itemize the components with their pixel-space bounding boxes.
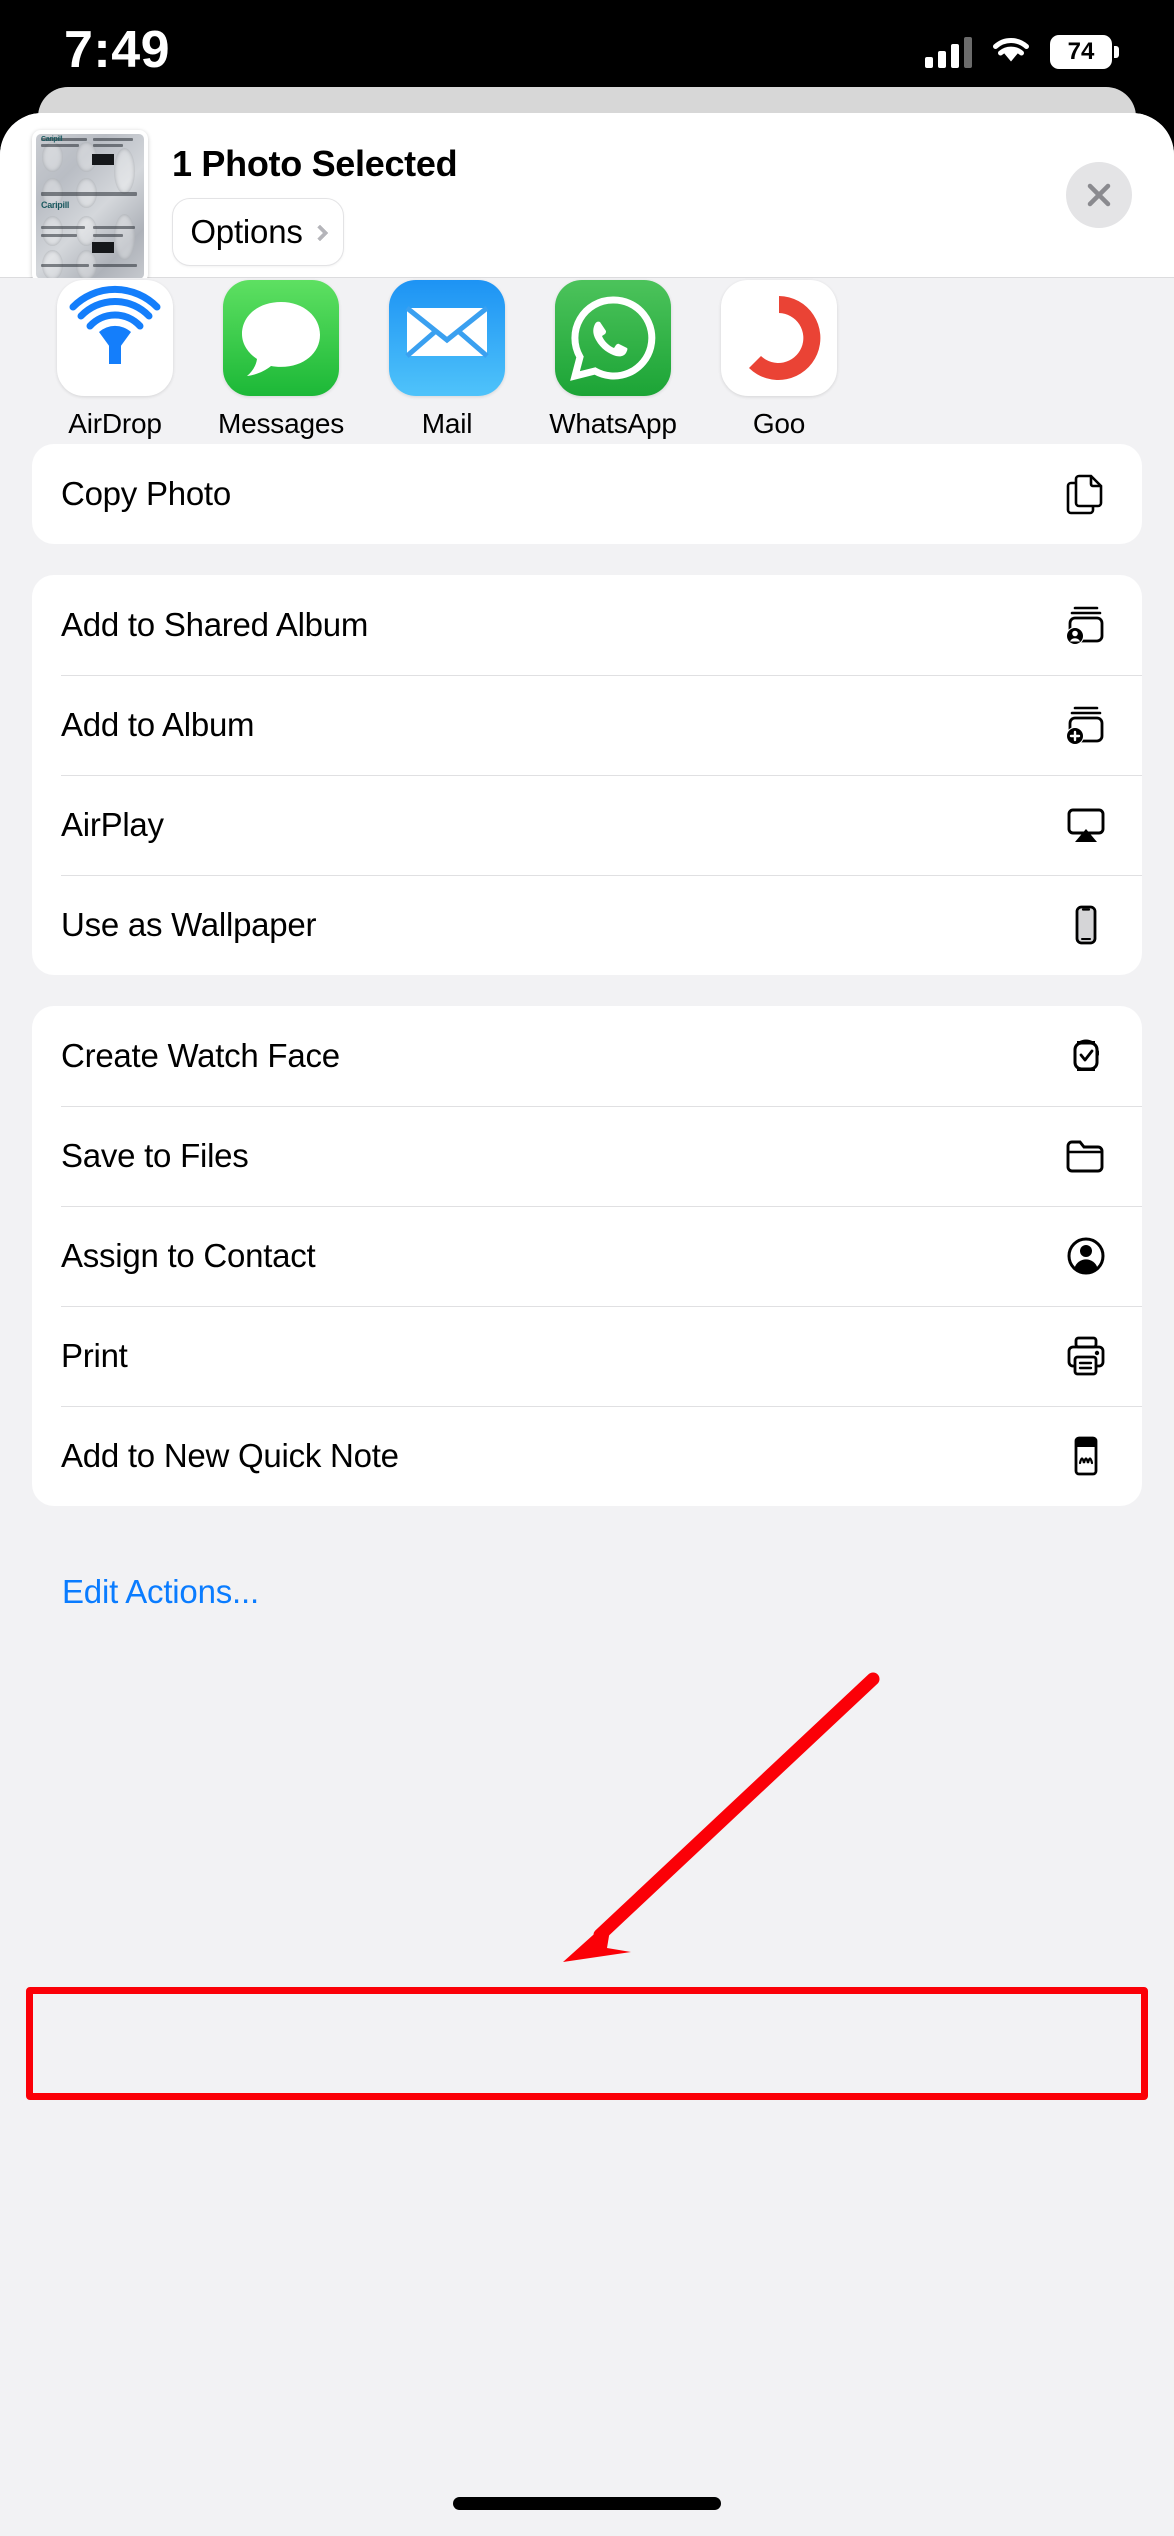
action-group: Copy Photo	[32, 444, 1142, 544]
chevron-right-icon	[311, 224, 329, 241]
messages-icon	[223, 280, 339, 396]
mail-icon	[389, 280, 505, 396]
selection-title: 1 Photo Selected	[172, 143, 458, 184]
airplay-icon	[1060, 799, 1112, 851]
action-label: Copy Photo	[61, 475, 231, 512]
edit-actions-button[interactable]: Edit Actions...	[32, 1537, 1142, 1611]
app-label: WhatsApp	[549, 408, 677, 439]
add-album-icon	[1060, 699, 1112, 751]
quick-note-icon	[1060, 1430, 1112, 1482]
home-indicator	[453, 2497, 721, 2510]
watch-face-icon	[1060, 1030, 1112, 1082]
cellular-signal-icon	[925, 36, 972, 68]
app-label: Mail	[421, 408, 473, 439]
action-label: Add to Shared Album	[61, 606, 369, 643]
action-row-use-as-wallpaper[interactable]: Use as Wallpaper	[32, 875, 1142, 975]
app-label: AirDrop	[68, 408, 162, 439]
battery-indicator: 74	[1050, 35, 1119, 69]
whatsapp-icon	[555, 280, 671, 396]
action-row-add-to-shared-album[interactable]: Add to Shared Album	[32, 575, 1142, 675]
status-indicators: 74	[925, 34, 1119, 71]
share-sheet: Caripill Caripill 1 Photo Selected Optio…	[0, 113, 1174, 2536]
status-bar: 7:49 74	[0, 0, 1174, 104]
photo-thumbnail[interactable]: Caripill Caripill	[32, 130, 148, 283]
action-row-copy-photo[interactable]: Copy Photo	[32, 444, 1142, 544]
battery-level: 74	[1067, 38, 1095, 65]
action-label: Add to Album	[61, 706, 255, 743]
close-button[interactable]	[1066, 162, 1132, 228]
share-target-airdrop[interactable]: AirDrop	[32, 278, 198, 440]
action-groups: Copy Photo Add to Shared Album Add to Al…	[0, 444, 1174, 1611]
action-label: Add to New Quick Note	[61, 1437, 399, 1474]
status-time: 7:49	[64, 21, 171, 79]
folder-icon	[1060, 1130, 1112, 1182]
share-target-messages[interactable]: Messages	[198, 278, 364, 440]
copy-icon	[1060, 468, 1112, 520]
share-target-google[interactable]: Goo	[696, 278, 862, 440]
action-label: Print	[61, 1337, 128, 1374]
close-x-icon	[1087, 183, 1111, 207]
airdrop-icon	[57, 280, 173, 396]
shared-album-icon	[1060, 599, 1112, 651]
app-label: Goo	[752, 408, 806, 439]
action-row-create-watch-face[interactable]: Create Watch Face	[32, 1006, 1142, 1106]
app-share-row[interactable]: AirDrop Messages Mail WhatsApp Goo	[0, 278, 1174, 444]
wifi-icon	[990, 34, 1032, 71]
printer-icon	[1060, 1330, 1112, 1382]
action-row-print[interactable]: Print	[32, 1306, 1142, 1406]
action-group: Create Watch Face Save to Files Assign t…	[32, 1006, 1142, 1506]
action-label: Save to Files	[61, 1137, 249, 1174]
contact-person-icon	[1060, 1230, 1112, 1282]
action-row-add-to-new-quick-note[interactable]: Add to New Quick Note	[32, 1406, 1142, 1506]
thumbnail-image: Caripill Caripill	[36, 134, 144, 279]
google-icon	[721, 280, 837, 396]
options-button[interactable]: Options	[172, 198, 344, 266]
action-label: Use as Wallpaper	[61, 906, 317, 943]
action-label: Assign to Contact	[61, 1237, 316, 1274]
share-target-whatsapp[interactable]: WhatsApp	[530, 278, 696, 440]
action-row-save-to-files[interactable]: Save to Files	[32, 1106, 1142, 1206]
app-label: Messages	[217, 408, 344, 439]
iphone-screen: 7:49 74 Caripill Caripill 1 Photo Select…	[0, 0, 1174, 2536]
share-target-mail[interactable]: Mail	[364, 278, 530, 440]
action-row-add-to-album[interactable]: Add to Album	[32, 675, 1142, 775]
action-label: Create Watch Face	[61, 1037, 340, 1074]
action-group: Add to Shared Album Add to Album AirPlay…	[32, 575, 1142, 975]
action-row-airplay[interactable]: AirPlay	[32, 775, 1142, 875]
action-label: AirPlay	[61, 806, 164, 843]
action-row-assign-to-contact[interactable]: Assign to Contact	[32, 1206, 1142, 1306]
wallpaper-iphone-icon	[1060, 899, 1112, 951]
options-label: Options	[190, 213, 303, 250]
share-sheet-header: Caripill Caripill 1 Photo Selected Optio…	[0, 113, 1174, 283]
